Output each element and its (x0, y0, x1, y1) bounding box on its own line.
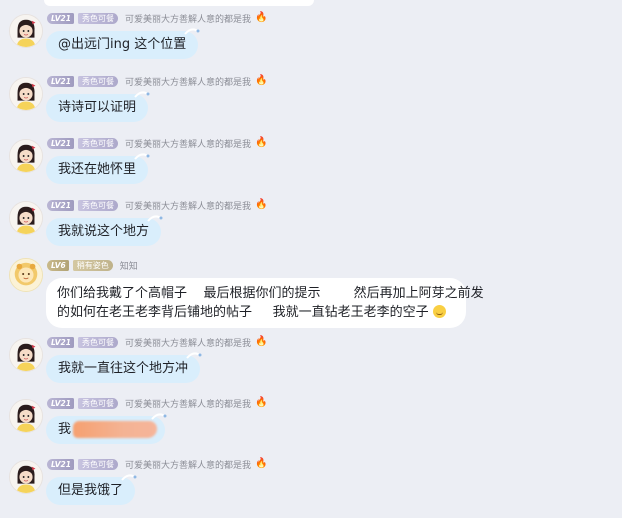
avatar[interactable] (9, 201, 43, 235)
message-bubble[interactable]: 我还在她怀里 (46, 153, 150, 184)
bubble-decoration-icon (184, 28, 200, 35)
message-meta: LV21 秀色可餐 可爱美丽大方善解人意的都是我 🔥 (47, 198, 267, 212)
message-meta: LV21 秀色可餐 可爱美丽大方善解人意的都是我 🔥 (47, 74, 267, 88)
avatar[interactable] (9, 338, 43, 372)
bubble-decoration-icon (151, 413, 167, 420)
message-bubble[interactable]: 我就说这个地方 (46, 215, 163, 246)
level-badge: LV21 (47, 336, 74, 348)
flame-icon: 🔥 (255, 199, 268, 210)
message-text: 我还在她怀里 (58, 162, 137, 177)
bubble-decoration-icon (147, 215, 163, 222)
flame-icon: 🔥 (255, 397, 268, 408)
sender-name[interactable]: 可爱美丽大方善解人意的都是我 (125, 75, 251, 88)
level-badge: LV21 (47, 75, 74, 87)
message-text: 我就说这个地方 (58, 224, 150, 239)
message-text-line: 的如何在老王老李背后铺地的帖子 我就一直钻老王老李的空子 (57, 303, 455, 322)
flame-icon: 🔥 (255, 75, 268, 86)
message-text: 但是我饿了 (58, 483, 124, 498)
bubble-decoration-icon (134, 91, 150, 98)
title-badge: 秀色可餐 (78, 397, 118, 409)
level-badge: LV21 (47, 458, 74, 470)
level-badge: LV6 (47, 259, 69, 271)
title-badge: 秀色可餐 (78, 199, 118, 211)
title-badge: 秀色可餐 (78, 75, 118, 87)
flame-icon: 🔥 (255, 336, 268, 347)
avatar[interactable] (9, 139, 43, 173)
level-badge: LV21 (47, 137, 74, 149)
sender-name[interactable]: 可爱美丽大方善解人意的都是我 (125, 12, 251, 25)
title-badge: 秀色可餐 (78, 458, 118, 470)
avatar[interactable] (9, 460, 43, 494)
message-text: 诗诗可以证明 (58, 100, 137, 115)
redaction-mark (73, 421, 158, 438)
message-text-line: 你们给我戴了个高帽子 最后根据你们的提示 然后再加上阿芽之前发 (57, 286, 484, 301)
message-text: 我就一直往这个地方冲 (58, 361, 189, 376)
avatar[interactable] (9, 399, 43, 433)
message-bubble[interactable]: 我就一直往这个地方冲 (46, 352, 202, 383)
message-bubble[interactable]: 我 (46, 413, 167, 444)
title-badge: 稍有姿色 (72, 259, 113, 271)
message-meta: LV6 稍有姿色 知知 (47, 258, 138, 272)
message-bubble[interactable]: @出远门ing 这个位置 (46, 28, 200, 59)
message-text: @出远门ing 这个位置 (58, 37, 187, 52)
sender-name[interactable]: 可爱美丽大方善解人意的都是我 (125, 336, 251, 349)
level-badge: LV21 (47, 199, 74, 211)
sender-name[interactable]: 可爱美丽大方善解人意的都是我 (125, 199, 251, 212)
flame-icon: 🔥 (255, 458, 268, 469)
title-badge: 秀色可餐 (78, 336, 118, 348)
message-bubble[interactable]: 但是我饿了 (46, 474, 137, 505)
grin-emoji-icon (432, 305, 446, 318)
sender-name[interactable]: 可爱美丽大方善解人意的都是我 (125, 458, 251, 471)
sender-name[interactable]: 可爱美丽大方善解人意的都是我 (125, 397, 251, 410)
level-badge: LV21 (47, 397, 74, 409)
message-meta: LV21 秀色可餐 可爱美丽大方善解人意的都是我 🔥 (47, 335, 267, 349)
previous-message-edge (44, 0, 314, 6)
message-meta: LV21 秀色可餐 可爱美丽大方善解人意的都是我 🔥 (47, 396, 267, 410)
avatar[interactable] (9, 258, 43, 292)
message-bubble[interactable]: 诗诗可以证明 (46, 91, 150, 122)
avatar[interactable] (9, 14, 43, 48)
flame-icon: 🔥 (255, 12, 268, 23)
bubble-decoration-icon (134, 153, 150, 160)
message-meta: LV21 秀色可餐 可爱美丽大方善解人意的都是我 🔥 (47, 11, 267, 25)
title-badge: 秀色可餐 (78, 12, 118, 24)
sender-name[interactable]: 知知 (120, 259, 138, 272)
bubble-decoration-icon (121, 474, 137, 481)
bubble-decoration-icon (186, 352, 202, 359)
sender-name[interactable]: 可爱美丽大方善解人意的都是我 (125, 137, 251, 150)
message-text: 我 (58, 422, 72, 437)
avatar[interactable] (9, 77, 43, 111)
message-bubble[interactable]: 你们给我戴了个高帽子 最后根据你们的提示 然后再加上阿芽之前发 的如何在老王老李… (46, 278, 484, 328)
flame-icon: 🔥 (255, 137, 268, 148)
title-badge: 秀色可餐 (78, 137, 118, 149)
message-meta: LV21 秀色可餐 可爱美丽大方善解人意的都是我 🔥 (47, 457, 267, 471)
message-meta: LV21 秀色可餐 可爱美丽大方善解人意的都是我 🔥 (47, 136, 267, 150)
level-badge: LV21 (47, 12, 74, 24)
